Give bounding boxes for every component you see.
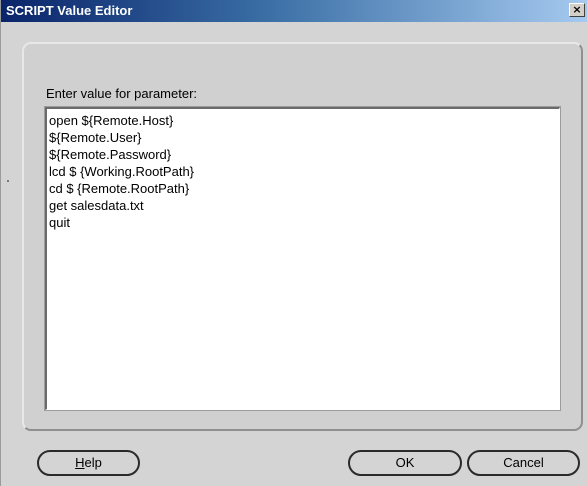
script-value-editor-window: SCRIPT Value Editor × Enter value for pa… (0, 0, 587, 486)
script-line: ${Remote.Password} (49, 147, 172, 162)
script-value-textarea[interactable]: open ${Remote.Host} ${Remote.User} ${Rem… (44, 106, 561, 411)
script-line: lcd $ {Working.RootPath} (49, 164, 195, 179)
help-button[interactable]: Help (37, 450, 140, 476)
ok-button[interactable]: OK (348, 450, 462, 476)
decorative-mark (7, 180, 9, 182)
title-bar: SCRIPT Value Editor × (1, 0, 587, 22)
script-line: open ${Remote.Host} (49, 113, 174, 128)
window-title: SCRIPT Value Editor (6, 3, 133, 18)
close-icon[interactable]: × (569, 3, 585, 17)
script-line: get salesdata.txt (49, 198, 144, 213)
cancel-button[interactable]: Cancel (467, 450, 580, 476)
script-line: quit (49, 215, 70, 230)
help-label-rest: elp (84, 455, 102, 470)
parameter-prompt-label: Enter value for parameter: (46, 86, 198, 101)
script-line: ${Remote.User} (49, 130, 142, 145)
script-line: cd $ {Remote.RootPath} (49, 181, 190, 196)
help-mnemonic: H (75, 455, 85, 470)
